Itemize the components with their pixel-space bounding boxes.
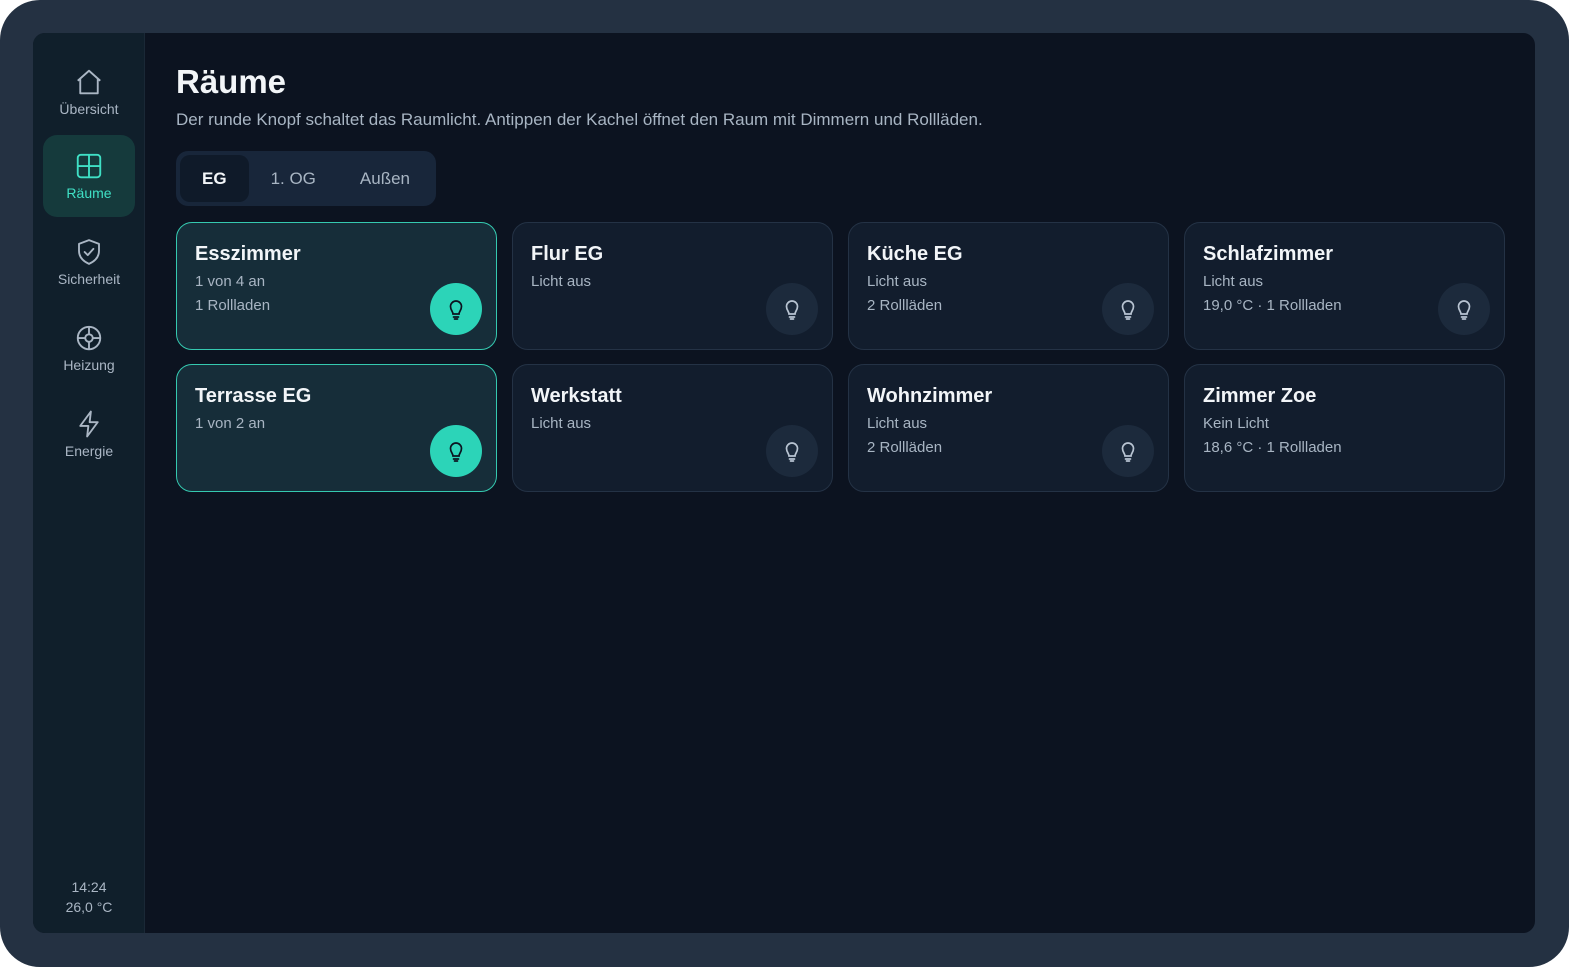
lightning-icon — [79, 410, 99, 438]
room-name: Esszimmer — [195, 243, 301, 265]
room-status: Licht aus — [867, 415, 928, 432]
room-tile-esszimmer[interactable]: Esszimmer 1 von 4 an 1 Rollladen — [176, 222, 497, 350]
room-status: Kein Licht — [1203, 415, 1269, 432]
sidebar-item-label: Energie — [64, 443, 114, 459]
room-tile-wohnzimmer[interactable]: Wohnzimmer Licht aus 2 Rollläden — [848, 364, 1169, 492]
room-details: 19,0 °C · 1 Rollladen — [1203, 297, 1342, 314]
sidebar-item-uebersicht[interactable]: Übersicht — [43, 51, 135, 133]
room-status: Licht aus — [867, 273, 928, 290]
sidebar-item-sicherheit[interactable]: Sicherheit — [43, 221, 135, 303]
room-status: Licht aus — [531, 415, 592, 432]
room-details: 2 Rollläden — [867, 297, 943, 314]
room-name: Werkstatt — [531, 385, 622, 407]
room-tile-terrasse-eg[interactable]: Terrasse EG 1 von 2 an — [176, 364, 497, 492]
page-subtitle: Der runde Knopf schaltet das Raumlicht. … — [176, 110, 983, 129]
outdoor-temperature: 26,0 °C — [65, 899, 113, 915]
sidebar-item-heizung[interactable]: Heizung — [43, 307, 135, 389]
main-content: Räume Der runde Knopf schaltet das Rauml… — [176, 33, 1535, 933]
sidebar: Übersicht Räume Sicherheit Heizung Energ… — [33, 33, 145, 933]
room-status: Licht aus — [1203, 273, 1264, 290]
shield-check-icon — [78, 239, 100, 265]
sidebar-item-energie[interactable]: Energie — [43, 393, 135, 475]
light-toggle-button[interactable] — [1438, 283, 1490, 335]
room-status: 1 von 2 an — [195, 415, 266, 432]
room-tile-kueche-eg[interactable]: Küche EG Licht aus 2 Rollläden — [848, 222, 1169, 350]
clock: 14:24 — [71, 879, 107, 895]
light-toggle-button[interactable] — [1102, 425, 1154, 477]
sidebar-item-label: Übersicht — [59, 101, 119, 117]
lightbulb-icon — [785, 300, 799, 320]
tab-aussen[interactable]: Außen — [338, 155, 432, 202]
lightbulb-icon — [785, 442, 799, 462]
room-name: Küche EG — [867, 243, 963, 265]
room-name: Schlafzimmer — [1203, 243, 1334, 265]
room-name: Zimmer Zoe — [1203, 385, 1317, 407]
sidebar-status: 14:24 26,0 °C — [33, 877, 145, 917]
light-toggle-button[interactable] — [1102, 283, 1154, 335]
room-tile-zimmer-zoe[interactable]: Zimmer Zoe Kein Licht 18,6 °C · 1 Rollla… — [1184, 364, 1505, 492]
room-details: 2 Rollläden — [867, 439, 943, 456]
light-toggle-button[interactable] — [430, 283, 482, 335]
tab-eg[interactable]: EG — [180, 155, 249, 202]
screen: Übersicht Räume Sicherheit Heizung Energ… — [33, 33, 1535, 933]
heating-icon — [76, 325, 102, 351]
sidebar-item-label: Heizung — [63, 357, 115, 373]
tablet-frame: Übersicht Räume Sicherheit Heizung Energ… — [0, 0, 1569, 967]
room-details: 18,6 °C · 1 Rollladen — [1203, 439, 1342, 456]
room-name: Terrasse EG — [195, 385, 312, 407]
room-tile-flur-eg[interactable]: Flur EG Licht aus — [512, 222, 833, 350]
room-details: 1 Rollladen — [195, 297, 271, 314]
lightbulb-icon — [1121, 442, 1135, 462]
page-title: Räume — [176, 63, 287, 100]
room-status: Licht aus — [531, 273, 592, 290]
room-name: Flur EG — [531, 243, 604, 265]
light-toggle-button[interactable] — [766, 425, 818, 477]
sidebar-item-raeume[interactable]: Räume — [43, 135, 135, 217]
sidebar-item-label: Sicherheit — [57, 271, 121, 287]
sidebar-item-label: Räume — [66, 185, 112, 201]
light-toggle-button[interactable] — [766, 283, 818, 335]
room-tile-schlafzimmer[interactable]: Schlafzimmer Licht aus 19,0 °C · 1 Rolll… — [1184, 222, 1505, 350]
lightbulb-icon — [1121, 300, 1135, 320]
room-status: 1 von 4 an — [195, 273, 266, 290]
room-tile-werkstatt[interactable]: Werkstatt Licht aus — [512, 364, 833, 492]
room-name: Wohnzimmer — [867, 385, 993, 407]
rooms-grid-icon — [76, 153, 102, 179]
tab-1-og[interactable]: 1. OG — [249, 155, 338, 202]
floor-tabs: EG 1. OG Außen — [176, 151, 437, 206]
lightbulb-icon — [449, 300, 463, 320]
light-toggle-button[interactable] — [430, 425, 482, 477]
lightbulb-icon — [1457, 300, 1471, 320]
home-icon — [77, 69, 101, 95]
lightbulb-icon — [449, 442, 463, 462]
